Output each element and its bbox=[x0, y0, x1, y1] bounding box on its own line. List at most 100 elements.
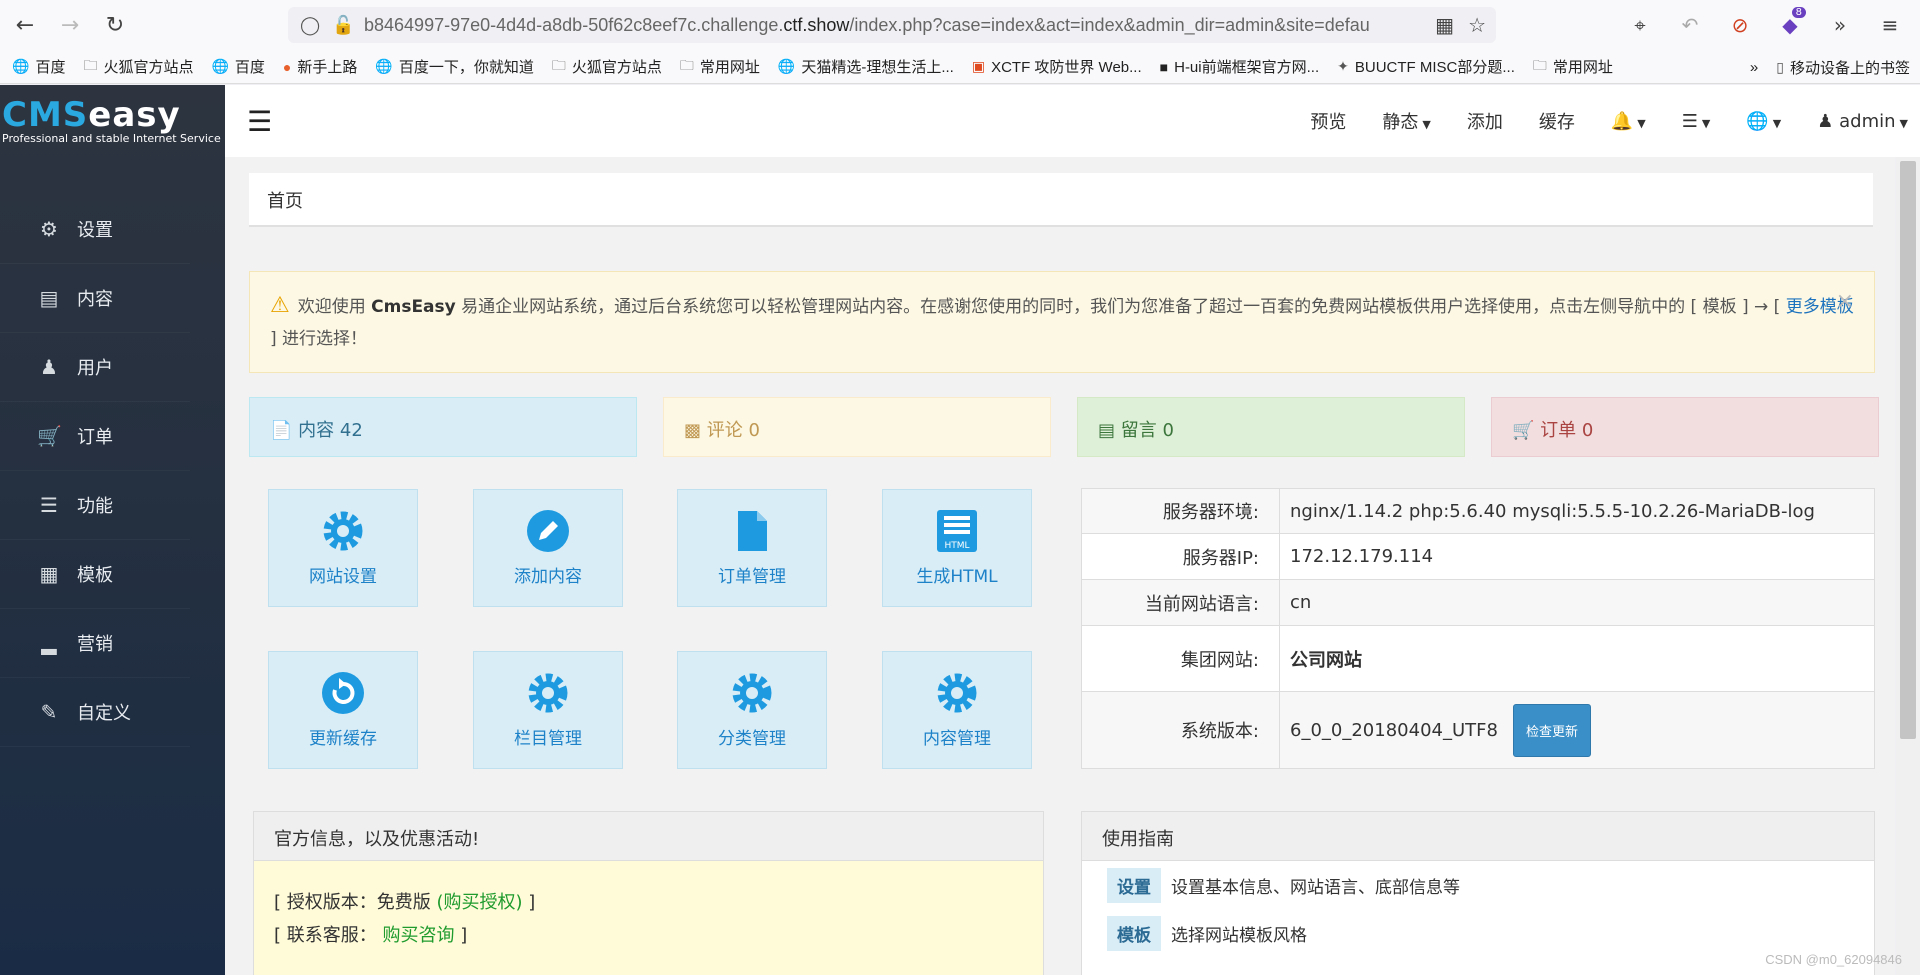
table-row: 服务器环境: nginx/1.14.2 php:5.6.40 mysqli:5.5… bbox=[1082, 489, 1874, 534]
bookmark-item[interactable]: ▣ XCTF 攻防世界 Web... bbox=[972, 56, 1142, 77]
bookmark-item[interactable]: ● 新手上路 bbox=[283, 56, 357, 77]
cache-link[interactable]: 缓存 bbox=[1539, 108, 1575, 134]
user-icon: ♟ bbox=[40, 355, 58, 379]
bookmark-item[interactable]: 🌐 百度一下，你就知道 bbox=[375, 56, 533, 77]
tile-column-management[interactable]: 栏目管理 bbox=[473, 651, 623, 769]
shield-icon[interactable]: ◯ bbox=[300, 15, 322, 36]
user-dropdown[interactable]: ♟ admin ▼ bbox=[1817, 111, 1908, 132]
browser-toolbar: ← → ↻ ◯ 🔓 b8464997-97e0-4d4d-a8db-50f62c… bbox=[0, 0, 1920, 50]
stat-messages[interactable]: ▤ 留言 0 bbox=[1077, 397, 1465, 457]
top-nav: 预览 静态 ▼ 添加 缓存 🔔 ▼ ☰ ▼ 🌐 ▼ ♟ admin ▼ bbox=[1274, 85, 1908, 157]
sidebar-item-orders[interactable]: 🛒 订单 bbox=[0, 402, 190, 471]
language-dropdown[interactable]: 🌐 ▼ bbox=[1746, 111, 1781, 132]
mobile-bookmarks[interactable]: ▯ 移动设备上的书签 bbox=[1776, 57, 1910, 78]
panel-title: 使用指南 bbox=[1082, 812, 1874, 861]
grid-icon: ▦ bbox=[39, 562, 59, 586]
xctf-icon: ▣ bbox=[971, 58, 986, 74]
back-button[interactable]: ← bbox=[5, 5, 45, 45]
cmseasy-logo[interactable]: CMSeasy Professional and stable Internet… bbox=[0, 85, 225, 157]
sidebar-item-templates[interactable]: ▦ 模板 bbox=[0, 540, 190, 609]
preview-link[interactable]: 预览 bbox=[1310, 108, 1346, 134]
main-content: 首页 ⚠ 欢迎使用 CmsEasy 易通企业网站系统，通过后台系统您可以轻松管理网… bbox=[225, 157, 1895, 975]
url-bar[interactable]: ◯ 🔓 b8464997-97e0-4d4d-a8db-50f62c8eef7c… bbox=[288, 7, 1496, 43]
overflow-chevron-icon[interactable]: » bbox=[1820, 5, 1860, 45]
check-update-button[interactable]: 检查更新 bbox=[1512, 703, 1591, 757]
sidebar-item-functions[interactable]: ☰ 功能 bbox=[0, 471, 190, 540]
table-row: 系统版本: 6_0_0_20180404_UTF8 检查更新 bbox=[1082, 692, 1874, 768]
mobile-icon: ▯ bbox=[1776, 58, 1784, 75]
notifications-dropdown[interactable]: 🔔 ▼ bbox=[1611, 111, 1646, 132]
bookmark-item[interactable]: 🗀 常用网址 bbox=[1533, 55, 1613, 79]
static-dropdown[interactable]: 静态 ▼ bbox=[1382, 108, 1430, 134]
bookmark-item[interactable]: 🌐 百度 bbox=[211, 56, 264, 77]
bookmarks-overflow-icon[interactable]: » bbox=[1750, 59, 1758, 76]
menu-toggle-icon[interactable]: ☰ bbox=[247, 105, 272, 138]
server-info-table: 服务器环境: nginx/1.14.2 php:5.6.40 mysqli:5.5… bbox=[1081, 488, 1875, 769]
tile-generate-html[interactable]: HTML 生成HTML bbox=[882, 489, 1032, 607]
buy-license-link[interactable]: (购买授权) bbox=[436, 892, 522, 913]
url-text[interactable]: b8464997-97e0-4d4d-a8db-50f62c8eef7c.cha… bbox=[364, 15, 1404, 36]
sidebar-item-custom[interactable]: ✎ 自定义 bbox=[0, 678, 190, 747]
refresh-circle-icon bbox=[320, 670, 366, 716]
page-scrollbar[interactable] bbox=[1896, 157, 1920, 975]
pencil-circle-icon bbox=[525, 508, 571, 554]
tile-order-management[interactable]: 订单管理 bbox=[677, 489, 827, 607]
stat-comments[interactable]: ▩ 评论 0 bbox=[663, 397, 1051, 457]
insecure-lock-icon[interactable]: 🔓 bbox=[332, 15, 354, 36]
tile-content-management[interactable]: 内容管理 bbox=[882, 651, 1032, 769]
globe-icon: 🌐 bbox=[375, 58, 393, 74]
stat-orders[interactable]: 🛒 订单 0 bbox=[1491, 397, 1879, 457]
guide-tag-templates[interactable]: 模板 bbox=[1107, 915, 1161, 951]
tile-add-content[interactable]: 添加内容 bbox=[473, 489, 623, 607]
folder-icon: 🗀 bbox=[679, 56, 694, 73]
blocker-icon[interactable]: ⊘ bbox=[1720, 5, 1760, 45]
bookmark-item[interactable]: 🗀 火狐官方站点 bbox=[83, 55, 193, 79]
bell-icon: 🔔 bbox=[1610, 110, 1634, 132]
extensions-icon[interactable]: ◆ 8 bbox=[1770, 5, 1810, 45]
forward-button[interactable]: → bbox=[50, 5, 90, 45]
buy-consult-link[interactable]: 购买咨询 bbox=[382, 925, 454, 946]
bookmark-item[interactable]: ■ H-ui前端框架官方网... bbox=[1160, 56, 1319, 77]
bookmark-item[interactable]: 🗀 常用网址 bbox=[680, 55, 760, 79]
sidebar-item-label: 模板 bbox=[77, 565, 113, 586]
warning-icon: ⚠ bbox=[270, 293, 290, 318]
sidebar-item-marketing[interactable]: ▂ 营销 bbox=[0, 609, 190, 678]
scroll-thumb[interactable] bbox=[1900, 161, 1916, 739]
file-icon bbox=[729, 508, 775, 554]
edit-icon: ✎ bbox=[40, 700, 58, 724]
bookmark-star-icon[interactable]: ☆ bbox=[1468, 13, 1486, 37]
bookmark-item[interactable]: 🌐 天猫精选-理想生活上... bbox=[778, 56, 954, 77]
sidebar-menu: ⚙ 设置 ▤ 内容 ♟ 用户 🛒 订单 ☰ 功能 ▦ 模板 ▂ 营销 ✎ 自定义 bbox=[0, 195, 225, 747]
guide-tag-settings[interactable]: 设置 bbox=[1107, 867, 1161, 903]
sidebar-item-users[interactable]: ♟ 用户 bbox=[0, 333, 190, 402]
gear-icon bbox=[320, 508, 366, 554]
user-icon: ♟ bbox=[1817, 110, 1834, 132]
guide-item: 设置 设置基本信息、网站语言、底部信息等 bbox=[1082, 861, 1874, 909]
list-icon: ▤ bbox=[39, 286, 59, 310]
close-icon[interactable]: × bbox=[1836, 286, 1854, 318]
qr-code-icon[interactable]: ▦ bbox=[1435, 13, 1454, 37]
folder-icon: 🗀 bbox=[1532, 56, 1547, 73]
sidebar-item-settings[interactable]: ⚙ 设置 bbox=[0, 195, 190, 264]
gear-icon: ⚙ bbox=[40, 217, 58, 241]
sidebar-item-content[interactable]: ▤ 内容 bbox=[0, 264, 190, 333]
reload-button[interactable]: ↻ bbox=[95, 5, 135, 45]
server-dropdown[interactable]: ☰ ▼ bbox=[1682, 111, 1711, 132]
sidebar-item-label: 营销 bbox=[77, 634, 113, 655]
stat-content[interactable]: 📄 内容 42 bbox=[249, 397, 637, 457]
tile-site-settings[interactable]: 网站设置 bbox=[268, 489, 418, 607]
screenshot-icon[interactable]: ⌖ bbox=[1620, 5, 1660, 45]
bookmark-item[interactable]: 🌐 百度 bbox=[12, 56, 65, 77]
tile-update-cache[interactable]: 更新缓存 bbox=[268, 651, 418, 769]
list-alt-icon: ▤ bbox=[1098, 420, 1116, 441]
tile-category-management[interactable]: 分类管理 bbox=[677, 651, 827, 769]
caret-down-icon: ▼ bbox=[1637, 116, 1646, 130]
bookmark-item[interactable]: 🗀 火狐官方站点 bbox=[552, 55, 662, 79]
sidebar: CMSeasy Professional and stable Internet… bbox=[0, 85, 225, 975]
sidebar-item-label: 功能 bbox=[77, 496, 113, 517]
bookmark-item[interactable]: ✦ BUUCTF MISC部分题... bbox=[1337, 56, 1515, 77]
add-link[interactable]: 添加 bbox=[1467, 108, 1503, 134]
breadcrumb[interactable]: 首页 bbox=[249, 173, 1873, 227]
undo-icon[interactable]: ↶ bbox=[1670, 5, 1710, 45]
hamburger-menu-icon[interactable]: ≡ bbox=[1870, 5, 1910, 45]
